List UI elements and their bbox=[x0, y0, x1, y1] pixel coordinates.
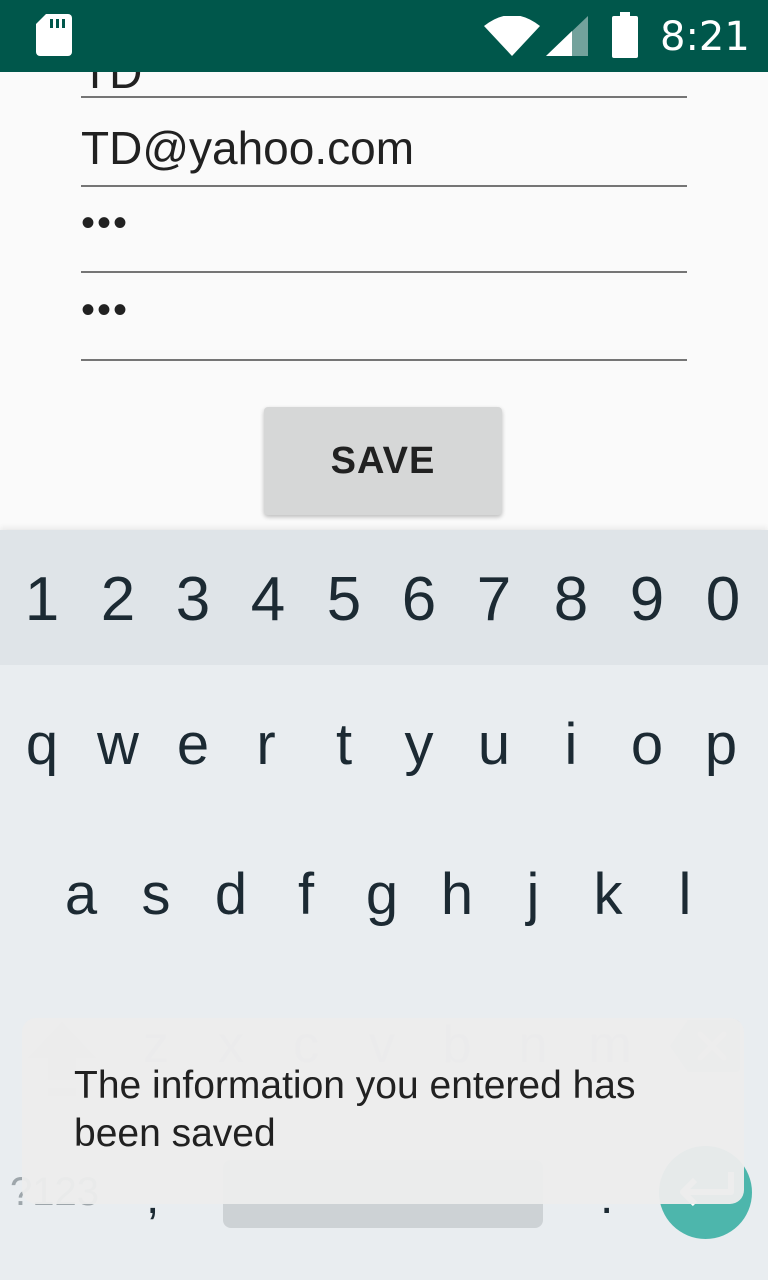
key-t[interactable]: t bbox=[306, 710, 382, 780]
key-d[interactable]: d bbox=[193, 860, 269, 930]
toast-notification: The information you entered has been sav… bbox=[22, 1018, 744, 1204]
key-h[interactable]: h bbox=[419, 860, 495, 930]
key-i[interactable]: i bbox=[533, 710, 609, 780]
key-w[interactable]: w bbox=[80, 710, 156, 780]
key-7[interactable]: 7 bbox=[456, 564, 532, 636]
key-2[interactable]: 2 bbox=[80, 564, 156, 636]
profile-form: TD TD@yahoo.com ••• ••• SAVE bbox=[0, 72, 768, 532]
wifi-icon bbox=[484, 16, 540, 56]
name-field[interactable]: TD bbox=[81, 72, 687, 98]
key-4[interactable]: 4 bbox=[230, 564, 306, 636]
key-q[interactable]: q bbox=[4, 710, 80, 780]
number-row: 1 2 3 4 5 6 7 8 9 0 bbox=[0, 530, 768, 665]
battery-icon bbox=[612, 12, 638, 58]
save-button[interactable]: SAVE bbox=[264, 407, 502, 515]
key-6[interactable]: 6 bbox=[381, 564, 457, 636]
password-field[interactable]: ••• bbox=[81, 187, 687, 273]
key-o[interactable]: o bbox=[609, 710, 685, 780]
status-bar: 8:21 bbox=[0, 0, 768, 72]
sd-card-icon bbox=[36, 14, 72, 56]
key-l[interactable]: l bbox=[647, 860, 723, 930]
key-j[interactable]: j bbox=[495, 860, 571, 930]
key-p[interactable]: p bbox=[683, 710, 759, 780]
key-1[interactable]: 1 bbox=[4, 564, 80, 636]
key-3[interactable]: 3 bbox=[155, 564, 231, 636]
key-y[interactable]: y bbox=[381, 710, 457, 780]
key-s[interactable]: s bbox=[118, 860, 194, 930]
key-f[interactable]: f bbox=[268, 860, 344, 930]
toast-message: The information you entered has been sav… bbox=[74, 1064, 636, 1155]
key-9[interactable]: 9 bbox=[609, 564, 685, 636]
clock: 8:21 bbox=[660, 14, 750, 60]
confirm-password-field[interactable]: ••• bbox=[81, 273, 687, 361]
key-u[interactable]: u bbox=[456, 710, 532, 780]
email-field[interactable]: TD@yahoo.com bbox=[81, 98, 687, 187]
key-5[interactable]: 5 bbox=[306, 564, 382, 636]
key-k[interactable]: k bbox=[570, 860, 646, 930]
key-a[interactable]: a bbox=[43, 860, 119, 930]
key-e[interactable]: e bbox=[155, 710, 231, 780]
key-0[interactable]: 0 bbox=[685, 564, 761, 636]
signal-icon bbox=[546, 16, 588, 56]
key-r[interactable]: r bbox=[228, 710, 304, 780]
key-g[interactable]: g bbox=[344, 860, 420, 930]
key-8[interactable]: 8 bbox=[533, 564, 609, 636]
